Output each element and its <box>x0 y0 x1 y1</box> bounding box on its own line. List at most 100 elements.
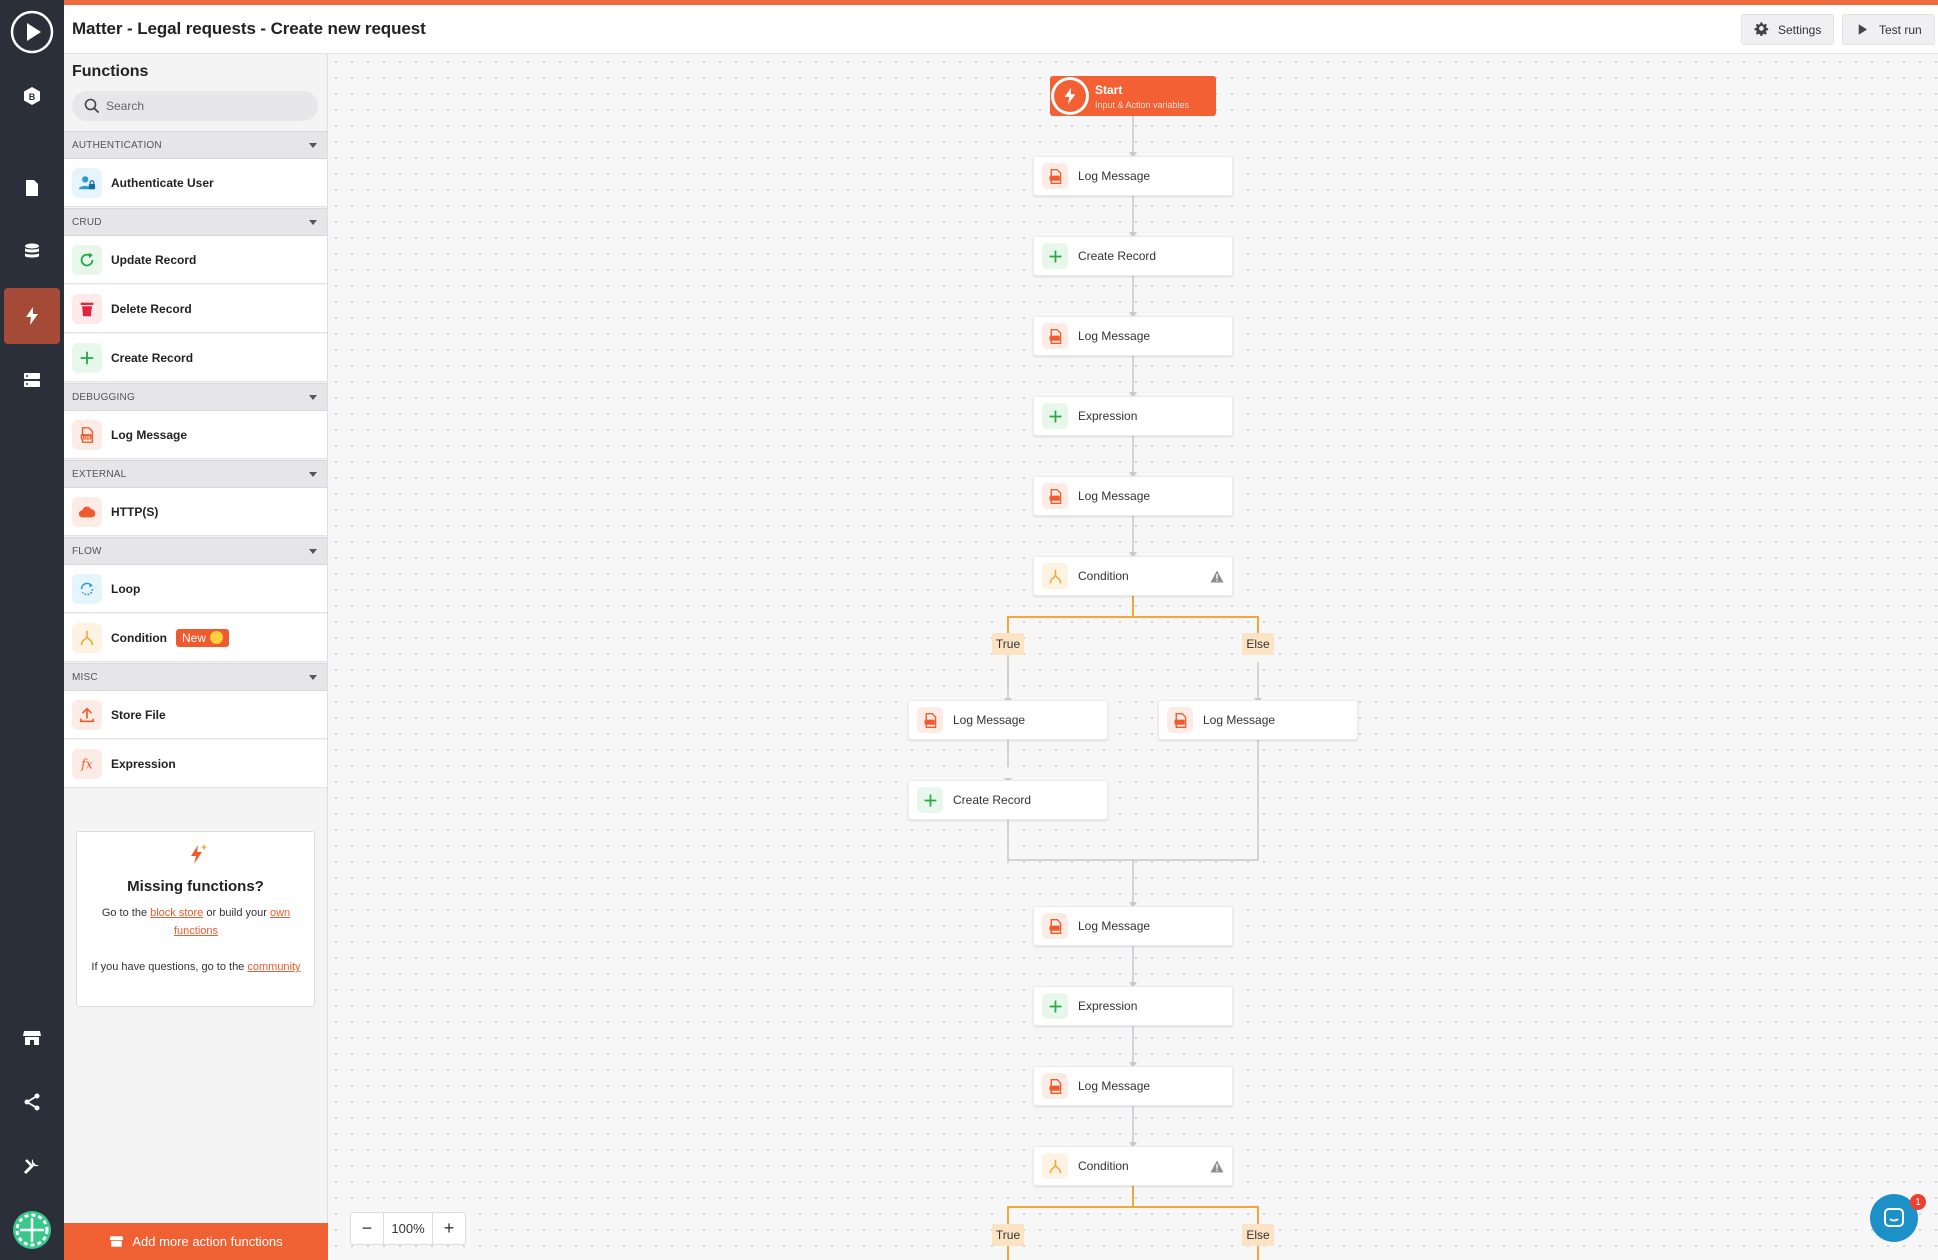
function-https[interactable]: HTTP(S) <box>64 488 327 536</box>
function-log-message[interactable]: LOG Log Message <box>64 411 327 459</box>
database-icon[interactable] <box>4 224 60 280</box>
flow-node-expression[interactable]: Expression <box>1033 396 1233 436</box>
b-badge-icon[interactable]: B <box>4 68 60 124</box>
community-link[interactable]: community <box>247 961 300 973</box>
function-update-record[interactable]: Update Record <box>64 236 327 284</box>
branch-else-label[interactable]: Else <box>1242 633 1274 655</box>
function-loop[interactable]: Loop <box>64 565 327 613</box>
node-label: Log Message <box>1078 489 1151 503</box>
function-expression[interactable]: fx Expression <box>64 740 327 788</box>
share-icon[interactable] <box>4 1074 60 1130</box>
start-node[interactable]: Start Input & Action variables <box>1050 76 1216 116</box>
panel-title: Functions <box>72 63 149 80</box>
zoom-in-button[interactable]: + <box>433 1213 465 1244</box>
plus-icon <box>1042 993 1068 1019</box>
category-debugging[interactable]: DEBUGGING <box>64 383 327 411</box>
category-external[interactable]: EXTERNAL <box>64 460 327 488</box>
top-bar: Matter - Legal requests - Create new req… <box>64 0 1938 54</box>
flow-node-log-message[interactable]: Log Message <box>1033 906 1233 946</box>
branch-true-label[interactable]: True <box>992 633 1024 655</box>
branch-else-label[interactable]: Else <box>1242 1224 1274 1246</box>
flow-node-log-message[interactable]: Log Message <box>1033 156 1233 196</box>
settings-button[interactable]: Settings <box>1741 14 1835 45</box>
lightning-icon <box>1051 77 1089 115</box>
log-icon: LOG <box>72 419 102 450</box>
flow-node-create-record[interactable]: Create Record <box>908 780 1108 820</box>
log-icon <box>1042 323 1068 349</box>
category-misc[interactable]: MISC <box>64 663 327 691</box>
zoom-out-button[interactable]: − <box>351 1213 383 1244</box>
flow-node-log-message[interactable]: Log Message <box>1033 316 1233 356</box>
start-title: Start <box>1095 83 1123 97</box>
block-store-link[interactable]: block store <box>150 907 203 919</box>
play-logo-icon[interactable] <box>4 4 60 60</box>
fx-icon: fx <box>72 748 102 779</box>
svg-text:LOG: LOG <box>82 434 91 439</box>
function-label: Delete Record <box>111 301 192 316</box>
flow-node-log-message[interactable]: Log Message <box>1033 476 1233 516</box>
badge-label: New <box>181 630 206 645</box>
caret-down-icon[interactable] <box>309 143 317 148</box>
category-authentication[interactable]: AUTHENTICATION <box>64 131 327 159</box>
caret-down-icon[interactable] <box>309 675 317 680</box>
store-icon[interactable] <box>4 1010 60 1066</box>
function-label: Authenticate User <box>111 175 214 190</box>
category-label: MISC <box>72 672 98 683</box>
category-crud[interactable]: CRUD <box>64 208 327 236</box>
sparkle-lightning-icon <box>191 844 208 864</box>
flow-node-log-message[interactable]: Log Message <box>1033 1066 1233 1106</box>
settings-label: Settings <box>1778 22 1822 37</box>
node-label: Create Record <box>953 793 1032 807</box>
node-label: Create Record <box>1078 249 1157 263</box>
function-label: Store File <box>111 707 166 722</box>
store-icon <box>110 1236 124 1247</box>
text-prefix: Go to the <box>101 907 151 919</box>
emoji-icon <box>210 631 223 644</box>
search-input[interactable] <box>106 91 306 121</box>
caret-down-icon[interactable] <box>309 472 317 477</box>
missing-functions-card: Missing functions? Go to the block store… <box>76 831 315 1007</box>
warning-icon[interactable] <box>1210 570 1224 583</box>
function-label: Log Message <box>111 427 188 442</box>
add-more-label: Add more action functions <box>132 1234 283 1249</box>
svg-text:B: B <box>29 92 36 102</box>
functions-panel: Functions AUTHENTICATION Authenticate Us… <box>64 54 328 1260</box>
flow-node-log-message[interactable]: Log Message <box>1158 700 1358 740</box>
new-badge: New <box>175 628 229 647</box>
caret-down-icon[interactable] <box>309 549 317 554</box>
tools-icon[interactable] <box>4 1138 60 1194</box>
text-prefix: If you have questions, go to the <box>91 961 248 973</box>
add-more-functions-button[interactable]: Add more action functions <box>64 1223 328 1260</box>
log-icon <box>1042 913 1068 939</box>
function-label: Update Record <box>111 252 197 267</box>
server-icon[interactable] <box>4 352 60 408</box>
missing-functions-title: Missing functions? <box>127 878 264 895</box>
function-label: Expression <box>111 756 176 771</box>
warning-icon[interactable] <box>1210 1160 1224 1173</box>
flow-node-create-record[interactable]: Create Record <box>1033 236 1233 276</box>
log-icon <box>917 707 943 733</box>
function-store-file[interactable]: Store File <box>64 691 327 739</box>
branch-true-label[interactable]: True <box>992 1224 1024 1246</box>
file-icon[interactable] <box>4 160 60 216</box>
user-avatar[interactable] <box>4 1202 60 1258</box>
function-condition[interactable]: Condition New <box>64 614 327 662</box>
function-create-record[interactable]: Create Record <box>64 334 327 382</box>
test-run-button[interactable]: Test run <box>1842 14 1935 45</box>
function-delete-record[interactable]: Delete Record <box>64 285 327 333</box>
flow-canvas[interactable]: Start Input & Action variables Log Messa… <box>328 54 1938 1260</box>
flow-node-expression[interactable]: Expression <box>1033 986 1233 1026</box>
flow-node-log-message[interactable]: Log Message <box>908 700 1108 740</box>
node-label: Log Message <box>1078 919 1151 933</box>
chat-icon <box>1884 1208 1904 1227</box>
zoom-controls: − 100% + <box>350 1212 466 1245</box>
lightning-icon[interactable] <box>4 288 60 344</box>
caret-down-icon[interactable] <box>309 220 317 225</box>
flow-node-condition[interactable]: Condition <box>1033 1146 1233 1186</box>
flow-node-condition[interactable]: Condition <box>1033 556 1233 596</box>
function-authenticate-user[interactable]: Authenticate User <box>64 159 327 207</box>
caret-down-icon[interactable] <box>309 395 317 400</box>
category-flow[interactable]: FLOW <box>64 537 327 565</box>
missing-functions-text: Go to the block store or build your own … <box>91 904 301 940</box>
log-icon <box>1042 1073 1068 1099</box>
